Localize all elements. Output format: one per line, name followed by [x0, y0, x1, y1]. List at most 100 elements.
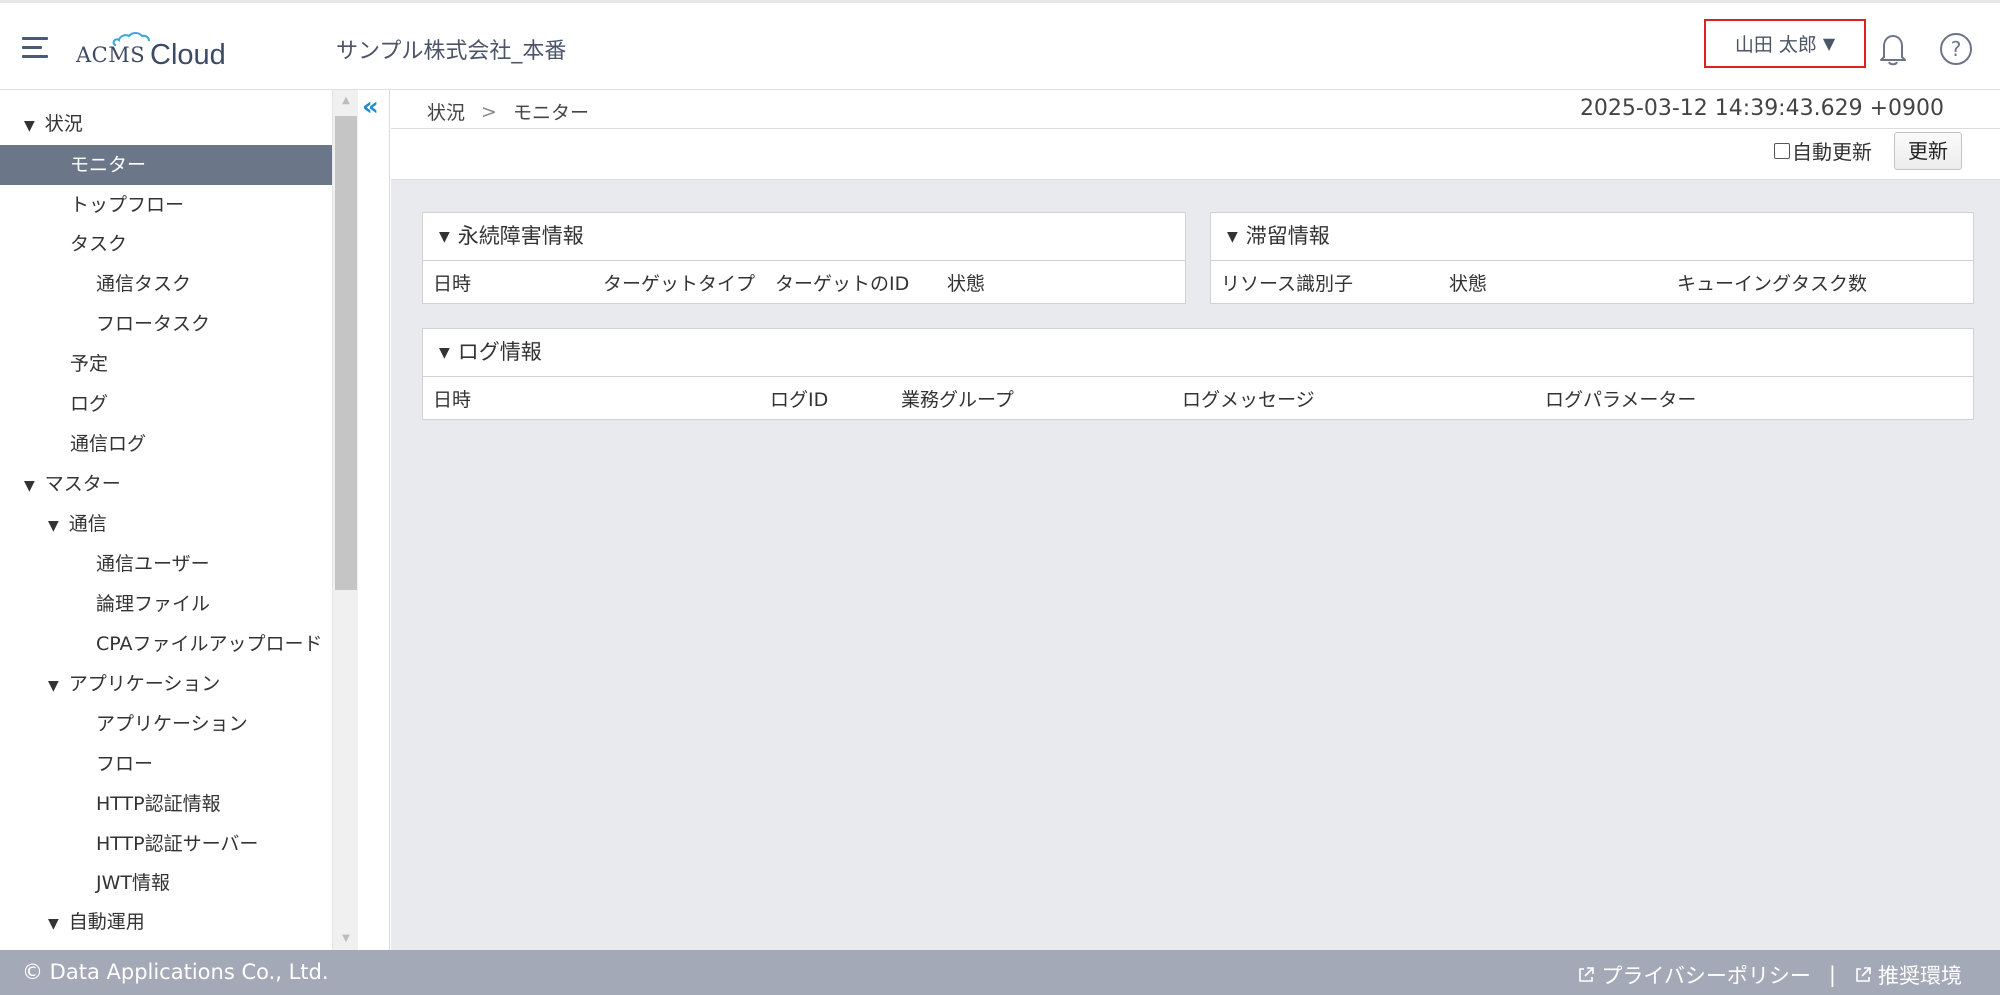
sidebar-item-top-flow[interactable]: トップフロー	[70, 185, 184, 225]
sidebar-item-flow-task[interactable]: フロータスク	[96, 304, 210, 344]
footer-links: プライバシーポリシー | 推奨環境	[1577, 960, 1962, 990]
company-name: サンプル株式会社_本番	[336, 39, 567, 64]
scroll-down-arrow-icon[interactable]: ▼	[333, 928, 359, 950]
breadcrumb: 状況 > モニター	[427, 98, 589, 125]
privacy-policy-label: プライバシーポリシー	[1601, 964, 1811, 988]
triangle-down-icon: ▼	[24, 478, 35, 494]
breadcrumb-current: モニター	[512, 102, 589, 124]
table-header-row: 日時 ログID 業務グループ ログメッセージ ログパラメーター	[423, 377, 1973, 417]
bell-icon[interactable]	[1876, 31, 1910, 67]
copyright: © Data Applications Co., Ltd.	[22, 960, 329, 984]
triangle-down-icon: ▼	[1227, 229, 1238, 245]
sidebar-item-label: フロー	[96, 753, 154, 775]
hamburger-menu-icon[interactable]	[22, 37, 50, 59]
divider	[391, 128, 2000, 129]
sidebar-item-application-group[interactable]: ▼ アプリケーション	[48, 664, 220, 704]
column-header[interactable]: 日時	[433, 385, 471, 412]
sidebar-item-label: フロータスク	[96, 313, 211, 335]
sidebar-item-label: HTTP認証サーバー	[96, 833, 259, 855]
sidebar-item-schedule[interactable]: 予定	[70, 344, 108, 384]
panel-title: 永続障害情報	[457, 224, 584, 248]
triangle-down-icon: ▼	[48, 916, 59, 932]
sidebar-item-http-auth-info[interactable]: HTTP認証情報	[96, 784, 221, 824]
column-header[interactable]: 日時	[433, 269, 471, 296]
column-header[interactable]: 業務グループ	[901, 385, 1014, 412]
user-menu-button[interactable]: 山田 太郎 ▼	[1704, 19, 1866, 68]
column-header[interactable]: リソース識別子	[1221, 269, 1353, 296]
stagnation-header[interactable]: ▼ 滞留情報	[1211, 213, 1973, 261]
breadcrumb-separator-icon: >	[481, 100, 497, 123]
triangle-down-icon: ▼	[48, 518, 59, 534]
external-link-icon	[1579, 967, 1595, 982]
panel-title: ログ情報	[457, 340, 542, 364]
sidebar-item-cpa-upload[interactable]: CPAファイルアップロード	[96, 624, 323, 664]
sidebar-item-label: タスク	[70, 233, 128, 255]
sidebar-item-application[interactable]: アプリケーション	[96, 704, 248, 744]
auto-refresh-label: 自動更新	[1792, 140, 1872, 164]
acms-cloud-logo[interactable]: ACMS Cloud	[76, 31, 226, 71]
column-header[interactable]: ログID	[770, 385, 828, 412]
sidebar-item-master[interactable]: ▼ マスター	[24, 464, 121, 504]
sidebar-item-comm-user[interactable]: 通信ユーザー	[96, 544, 210, 584]
sidebar-item-comm-task[interactable]: 通信タスク	[96, 264, 191, 304]
recommended-env-link[interactable]: 推奨環境	[1854, 960, 1962, 990]
sidebar-item-communication[interactable]: ▼ 通信	[48, 504, 107, 544]
triangle-down-icon: ▼	[439, 229, 450, 245]
breadcrumb-root[interactable]: 状況	[427, 98, 465, 125]
sidebar-item-label: 通信ログ	[70, 433, 147, 455]
app-header: ACMS Cloud サンプル株式会社_本番 山田 太郎 ▼ ?	[0, 0, 2000, 90]
scroll-thumb[interactable]	[335, 116, 357, 590]
column-header[interactable]: ログメッセージ	[1182, 385, 1315, 412]
log-header[interactable]: ▼ ログ情報	[423, 329, 1973, 377]
sidebar-item-auto-operation[interactable]: ▼ 自動運用	[48, 902, 145, 942]
column-header[interactable]: 状態	[1449, 269, 1487, 296]
sidebar-item-task[interactable]: タスク	[70, 224, 127, 264]
external-link-icon	[1856, 967, 1871, 982]
footer-divider: |	[1828, 963, 1836, 987]
sidebar-item-label: 通信	[68, 513, 107, 535]
sidebar-item-label: CPAファイルアップロード	[96, 633, 323, 655]
privacy-policy-link[interactable]: プライバシーポリシー	[1577, 960, 1811, 990]
sidebar-item-label: JWT情報	[96, 872, 170, 894]
column-header[interactable]: ターゲットタイプ	[603, 269, 755, 296]
help-icon[interactable]: ?	[1940, 33, 1972, 65]
column-header[interactable]: 状態	[947, 269, 985, 296]
log-panel: ▼ ログ情報 日時 ログID 業務グループ ログメッセージ ログパラメーター	[422, 328, 1974, 420]
triangle-down-icon: ▼	[48, 678, 59, 694]
table-header-row: 日時 ターゲットタイプ ターゲットのID 状態	[423, 261, 1185, 301]
sidebar-item-label: 通信タスク	[96, 273, 192, 295]
sidebar-item-log[interactable]: ログ	[70, 384, 108, 424]
sidebar-item-label: 論理ファイル	[96, 593, 211, 615]
sidebar-item-label: アプリケーション	[68, 673, 221, 695]
sidebar-item-label: 自動運用	[68, 911, 145, 933]
column-header[interactable]: ターゲットのID	[775, 269, 909, 296]
scroll-up-arrow-icon[interactable]: ▲	[333, 90, 359, 112]
auto-refresh-checkbox[interactable]: 自動更新	[1774, 136, 1872, 165]
user-name: 山田 太郎	[1734, 34, 1817, 56]
sidebar-item-label: アプリケーション	[96, 713, 248, 735]
sidebar-item-flow[interactable]: フロー	[96, 744, 153, 784]
persistent-failure-header[interactable]: ▼ 永続障害情報	[423, 213, 1185, 261]
stagnation-panel: ▼ 滞留情報 リソース識別子 状態 キューイングタスク数	[1210, 212, 1974, 304]
sidebar-item-jwt-info[interactable]: JWT情報	[96, 863, 170, 903]
footer: © Data Applications Co., Ltd. プライバシーポリシー…	[0, 950, 2000, 995]
sidebar-item-label: ログ	[70, 393, 109, 415]
checkbox-icon[interactable]	[1774, 142, 1790, 159]
server-timestamp: 2025-03-12 14:39:43.629 +0900	[1579, 96, 1944, 121]
sidebar-item-label: 予定	[70, 353, 109, 375]
sidebar-item-http-auth-server[interactable]: HTTP認証サーバー	[96, 824, 258, 864]
column-header[interactable]: キューイングタスク数	[1677, 269, 1867, 296]
sidebar-item-label: HTTP認証情報	[96, 793, 221, 815]
chevron-down-icon: ▼	[1822, 34, 1836, 53]
collapse-sidebar-icon[interactable]: «	[362, 94, 379, 120]
sidebar-item-label: マスター	[44, 473, 121, 495]
logo-word: Cloud	[150, 39, 226, 71]
triangle-down-icon: ▼	[439, 345, 450, 361]
sidebar-item-logical-file[interactable]: 論理ファイル	[96, 584, 210, 624]
sidebar-item-monitor[interactable]: モニター	[0, 145, 332, 185]
refresh-button[interactable]: 更新	[1894, 132, 1962, 170]
sidebar-item-comm-log[interactable]: 通信ログ	[70, 424, 146, 464]
sidebar-item-status[interactable]: ▼ 状況	[24, 104, 83, 144]
column-header[interactable]: ログパラメーター	[1545, 385, 1696, 412]
sidebar-scrollbar[interactable]: ▲ ▼	[332, 90, 358, 950]
